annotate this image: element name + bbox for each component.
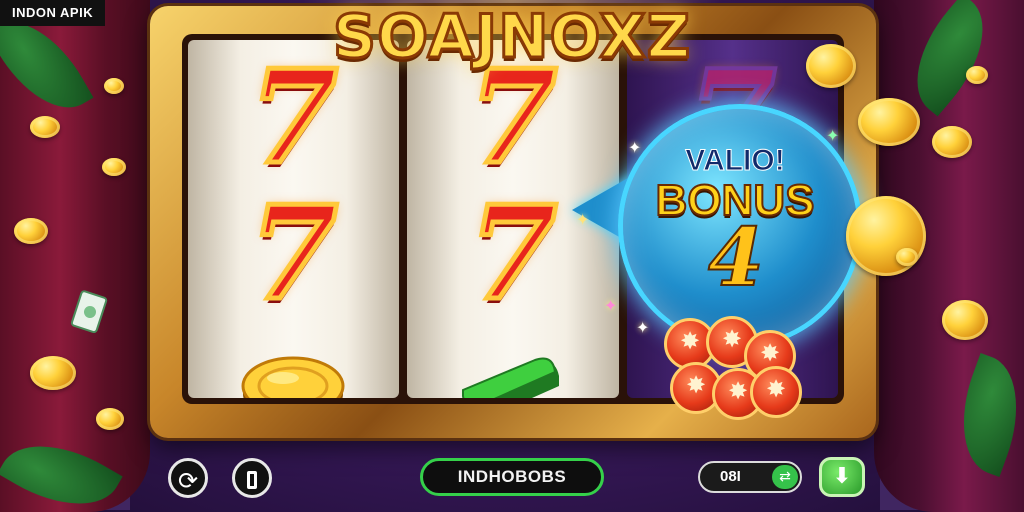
floating-coin <box>966 66 988 84</box>
game-scene: INDON APIK 7 7 7 7 SOAJNOXZ VALIO! BONUS… <box>0 0 1024 512</box>
reel-symbol-seven: 7 <box>466 43 560 193</box>
spin-label-button[interactable]: INDHOBOBS <box>420 458 604 496</box>
sparkle: ✦ <box>826 126 840 145</box>
sparkle: ✦ <box>604 296 618 315</box>
floating-coin <box>942 300 988 340</box>
floating-coin <box>102 158 126 176</box>
reel-symbol-seven: 7 <box>247 43 341 193</box>
chip-cluster <box>660 316 802 420</box>
floating-coin <box>96 408 124 430</box>
credit-value: 08I <box>720 468 741 485</box>
reel-1: 7 7 <box>188 40 400 398</box>
reel-symbol-seven: 7 <box>247 179 341 329</box>
credit-display: 08I ⇄ <box>698 461 802 493</box>
sparkle: ✦ <box>576 210 590 229</box>
floating-coin <box>932 126 972 158</box>
sparkle: ✦ <box>636 318 650 337</box>
cash-bundle-symbol <box>462 357 560 398</box>
bonus-exclaim: VALIO! <box>685 144 785 178</box>
floating-coin <box>14 218 48 244</box>
down-arrow-icon: ⬇ <box>832 464 852 489</box>
floating-coin <box>846 196 926 276</box>
bonus-multiplier: 4 <box>707 209 765 305</box>
floating-coin <box>858 98 920 146</box>
gold-coin-symbol <box>241 356 345 398</box>
arrows-icon: ⇄ <box>779 469 791 485</box>
download-button[interactable]: ⬇ <box>819 457 865 497</box>
floating-banknote <box>70 290 108 334</box>
reel-symbol-seven: 7 <box>466 179 560 329</box>
floating-coin <box>30 356 76 390</box>
floating-coin <box>30 116 60 138</box>
floating-coin <box>104 78 124 94</box>
credit-toggle-button[interactable]: ⇄ <box>772 465 798 489</box>
floating-coin <box>896 248 918 266</box>
pause-icon <box>247 471 257 489</box>
refresh-button[interactable]: ⟳ <box>168 458 208 498</box>
sparkle: ✦ <box>628 138 642 157</box>
casino-chip <box>750 366 802 418</box>
pause-button[interactable] <box>232 458 272 498</box>
refresh-icon: ⟳ <box>177 467 199 495</box>
game-title: SOAJNOXZ <box>331 1 692 74</box>
floating-coin <box>806 44 856 88</box>
